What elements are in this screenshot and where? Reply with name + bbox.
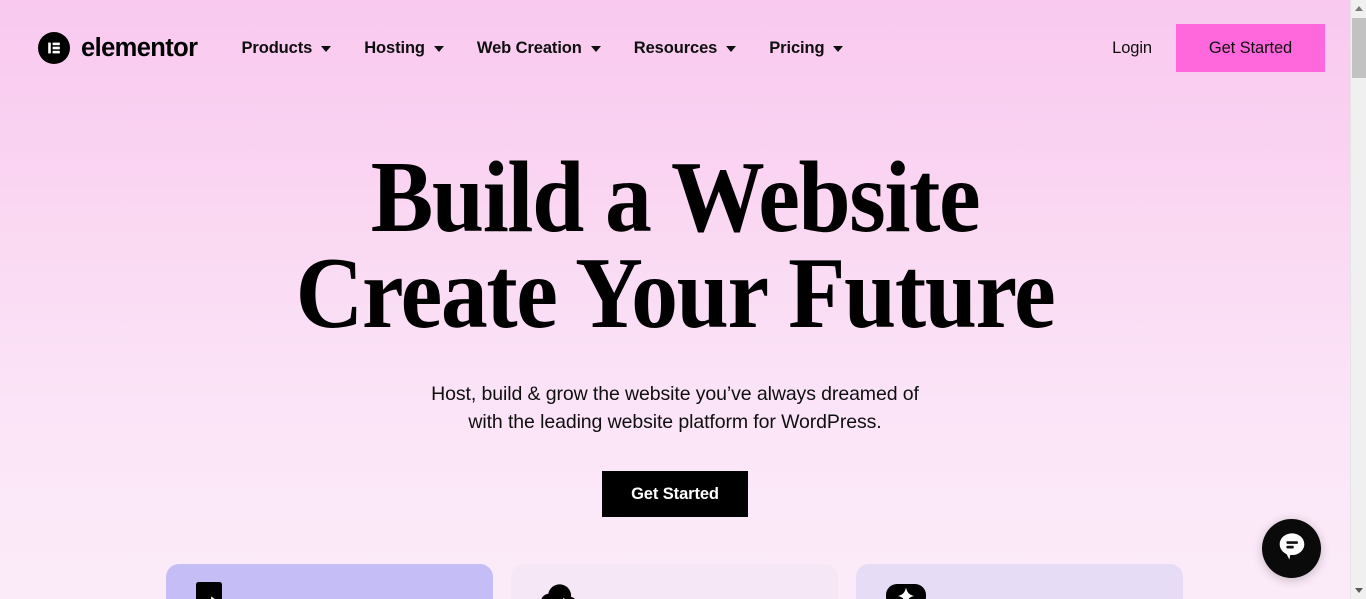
- hero-section: Build a Website Create Your Future Host,…: [0, 96, 1350, 517]
- subheading-line-2: with the leading website platform for Wo…: [468, 411, 882, 433]
- scrollbar-thumb[interactable]: [1352, 18, 1366, 78]
- cloud-icon: [541, 582, 577, 599]
- page-title: Build a Website Create Your Future: [54, 141, 1296, 350]
- chevron-down-icon: [833, 46, 844, 52]
- nav-label: Products: [241, 38, 313, 57]
- subheading-line-1: Host, build & grow the website you’ve al…: [431, 383, 919, 405]
- elementor-logo-icon: [38, 32, 70, 64]
- cursor-click-icon: [196, 582, 226, 599]
- ai-card[interactable]: [856, 564, 1183, 599]
- main-navigation: Products Hosting Web Creation Resources …: [241, 38, 844, 58]
- scroll-up-arrow-icon[interactable]: [1351, 0, 1366, 17]
- hosting-card[interactable]: [511, 564, 838, 599]
- elementor-logo-text: elementor: [81, 33, 198, 62]
- vertical-scrollbar[interactable]: [1350, 0, 1366, 599]
- scroll-down-arrow-icon[interactable]: [1351, 582, 1366, 599]
- nav-label: Resources: [633, 38, 718, 57]
- ai-sparkle-icon: [886, 582, 926, 599]
- site-header: elementor Products Hosting Web Creation …: [0, 0, 1350, 96]
- login-link[interactable]: Login: [1112, 39, 1152, 58]
- chevron-down-icon: [726, 46, 737, 52]
- nav-label: Pricing: [769, 38, 825, 57]
- chevron-down-icon: [433, 46, 444, 52]
- header-get-started-button[interactable]: Get Started: [1176, 24, 1325, 72]
- website-builder-card[interactable]: [166, 564, 493, 599]
- chevron-down-icon: [321, 46, 332, 52]
- nav-item-resources[interactable]: Resources: [633, 38, 737, 58]
- nav-item-pricing[interactable]: Pricing: [769, 38, 844, 58]
- nav-item-products[interactable]: Products: [241, 38, 332, 58]
- hero-get-started-button[interactable]: Get Started: [602, 471, 748, 517]
- feature-cards: [166, 564, 1184, 599]
- headline-line-1: Build a Website: [370, 141, 981, 254]
- header-actions: Login Get Started: [1112, 24, 1350, 72]
- nav-item-web-creation[interactable]: Web Creation: [477, 39, 601, 58]
- nav-label: Web Creation: [476, 38, 582, 57]
- page-content: elementor Products Hosting Web Creation …: [0, 0, 1350, 599]
- browser-viewport: elementor Products Hosting Web Creation …: [0, 0, 1366, 599]
- chat-widget-button[interactable]: [1262, 519, 1321, 578]
- chat-bubble-icon: [1275, 529, 1309, 568]
- nav-label: Hosting: [364, 38, 425, 57]
- chevron-down-icon: [590, 46, 601, 52]
- hero-subheading: Host, build & grow the website you’ve al…: [0, 380, 1350, 436]
- elementor-logo[interactable]: elementor: [38, 32, 198, 64]
- nav-item-hosting[interactable]: Hosting: [364, 39, 444, 58]
- headline-line-2: Create Your Future: [295, 237, 1056, 350]
